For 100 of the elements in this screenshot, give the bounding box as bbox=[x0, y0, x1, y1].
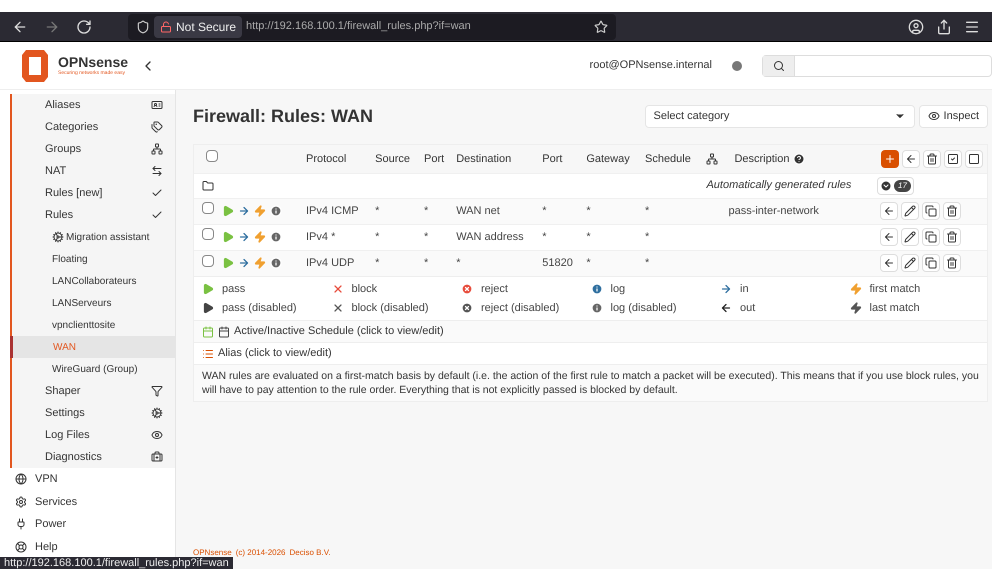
expand-button[interactable]: 17 bbox=[877, 176, 914, 194]
legend-label: last match bbox=[870, 300, 920, 316]
delete-button[interactable] bbox=[943, 228, 961, 246]
address-bar[interactable]: Not Secure http://192.168.100.1/firewall_rules.php?if=wan bbox=[128, 14, 616, 40]
sidebar-item[interactable]: Rules bbox=[12, 204, 175, 226]
swap-arrows-icon bbox=[151, 165, 163, 177]
tags-icon bbox=[151, 121, 163, 133]
column-header[interactable]: Source bbox=[375, 152, 410, 164]
sidebar-item[interactable]: Power bbox=[0, 513, 175, 536]
table-cell: * bbox=[582, 250, 641, 276]
column-header[interactable]: Port bbox=[542, 152, 562, 164]
direction-button[interactable] bbox=[902, 150, 920, 168]
network-icon bbox=[706, 152, 718, 165]
sidebar-item[interactable]: Help bbox=[0, 536, 175, 558]
sidebar-item[interactable]: VPN bbox=[0, 468, 175, 490]
info-icon bbox=[270, 231, 282, 243]
column-header[interactable]: Destination bbox=[456, 152, 512, 164]
info-icon bbox=[590, 302, 602, 314]
column-header[interactable]: Gateway bbox=[586, 152, 630, 164]
edit-button[interactable] bbox=[901, 228, 919, 246]
info-icon bbox=[270, 205, 282, 217]
table-cell: * bbox=[452, 250, 538, 276]
search-field[interactable] bbox=[762, 54, 992, 76]
user-label: root@OPNsense.internal bbox=[590, 58, 712, 74]
add-button[interactable] bbox=[881, 150, 899, 168]
count-badge: 17 bbox=[894, 180, 911, 192]
sidebar-item[interactable]: Services bbox=[0, 490, 175, 513]
footer-link[interactable]: Deciso B.V. bbox=[290, 547, 331, 559]
account-icon[interactable] bbox=[908, 18, 924, 34]
table-cell: * bbox=[371, 198, 420, 224]
edit-button[interactable] bbox=[901, 202, 919, 220]
menu-icon[interactable] bbox=[964, 18, 980, 34]
sidebar-item[interactable]: Categories bbox=[12, 116, 175, 138]
row-checkbox[interactable] bbox=[202, 228, 214, 240]
sidebar-subitem[interactable]: vpnclienttosite bbox=[12, 314, 175, 336]
sidebar-item[interactable]: Aliases bbox=[12, 94, 175, 116]
clone-button[interactable] bbox=[922, 202, 940, 220]
table-cell: * bbox=[640, 250, 702, 276]
sidebar-item[interactable]: Log Files bbox=[12, 424, 175, 446]
table-cell: * bbox=[420, 224, 452, 250]
sidebar-subitem[interactable]: LANServeurs bbox=[12, 292, 175, 314]
share-icon[interactable] bbox=[936, 18, 952, 34]
legend-label: block (disabled) bbox=[352, 300, 429, 316]
forward-icon[interactable] bbox=[44, 18, 60, 34]
move-button[interactable] bbox=[880, 202, 898, 220]
help-icon[interactable] bbox=[793, 152, 806, 165]
trash-icon bbox=[946, 231, 958, 243]
inspect-button[interactable]: Inspect bbox=[918, 104, 988, 128]
folder-icon[interactable] bbox=[202, 180, 214, 192]
clone-button[interactable] bbox=[922, 228, 940, 246]
move-button[interactable] bbox=[880, 228, 898, 246]
right-arrow-icon bbox=[238, 205, 250, 217]
row-checkbox[interactable] bbox=[202, 254, 214, 266]
sidebar-item[interactable]: Diagnostics bbox=[12, 446, 175, 468]
column-header[interactable]: Schedule bbox=[644, 152, 691, 164]
table-cell: * bbox=[371, 250, 420, 276]
legend-label: in bbox=[740, 282, 749, 297]
sidebar-subitem[interactable]: WireGuard (Group) bbox=[12, 358, 175, 380]
sidebar-subitem[interactable]: Migration assistant bbox=[12, 226, 175, 248]
schedule-note: Active/Inactive Schedule (click to view/edit) bbox=[234, 324, 444, 340]
table-cell: * bbox=[420, 250, 452, 276]
plug-icon bbox=[15, 518, 27, 530]
disable-button[interactable] bbox=[965, 150, 983, 168]
move-button[interactable] bbox=[880, 254, 898, 272]
star-icon[interactable] bbox=[594, 20, 608, 34]
sidebar-item[interactable]: Groups bbox=[12, 138, 175, 160]
sidebar-item[interactable]: Rules [new] bbox=[12, 182, 175, 204]
enable-button[interactable] bbox=[944, 150, 962, 168]
plus-icon bbox=[884, 152, 896, 165]
cross-icon bbox=[332, 302, 344, 314]
column-header[interactable]: Protocol bbox=[306, 152, 346, 164]
delete-button[interactable] bbox=[943, 202, 961, 220]
left-arrow-icon bbox=[883, 257, 895, 270]
play-icon bbox=[202, 302, 214, 314]
legend-label: reject (disabled) bbox=[481, 300, 560, 316]
row-checkbox[interactable] bbox=[202, 202, 214, 214]
filter-icon bbox=[151, 385, 163, 397]
delete-button[interactable] bbox=[943, 254, 961, 272]
reload-icon[interactable] bbox=[76, 18, 92, 34]
column-header[interactable]: Description bbox=[734, 150, 790, 167]
play-icon bbox=[222, 257, 234, 270]
row-checkbox[interactable] bbox=[206, 150, 218, 162]
info-icon bbox=[270, 257, 282, 270]
edit-button[interactable] bbox=[901, 254, 919, 272]
legend-label: out bbox=[740, 300, 756, 316]
check-icon bbox=[151, 187, 163, 199]
sidebar-item[interactable]: NAT bbox=[12, 160, 175, 182]
clone-button[interactable] bbox=[922, 254, 940, 272]
sidebar-subitem[interactable]: LANCollaborateurs bbox=[12, 270, 175, 292]
sidebar-item[interactable]: Shaper bbox=[12, 380, 175, 402]
sidebar-item[interactable]: Settings bbox=[12, 402, 175, 424]
legend-label: first match bbox=[870, 282, 920, 297]
delete-button[interactable] bbox=[923, 150, 941, 168]
footer-link[interactable]: OPNsense bbox=[193, 547, 232, 559]
category-select[interactable]: Select category bbox=[644, 104, 915, 128]
play-icon bbox=[222, 231, 234, 243]
back-icon[interactable] bbox=[12, 18, 28, 34]
sidebar-subitem[interactable]: Floating bbox=[12, 248, 175, 270]
security-label[interactable]: Not Secure bbox=[154, 16, 242, 38]
column-header[interactable]: Port bbox=[424, 152, 444, 164]
